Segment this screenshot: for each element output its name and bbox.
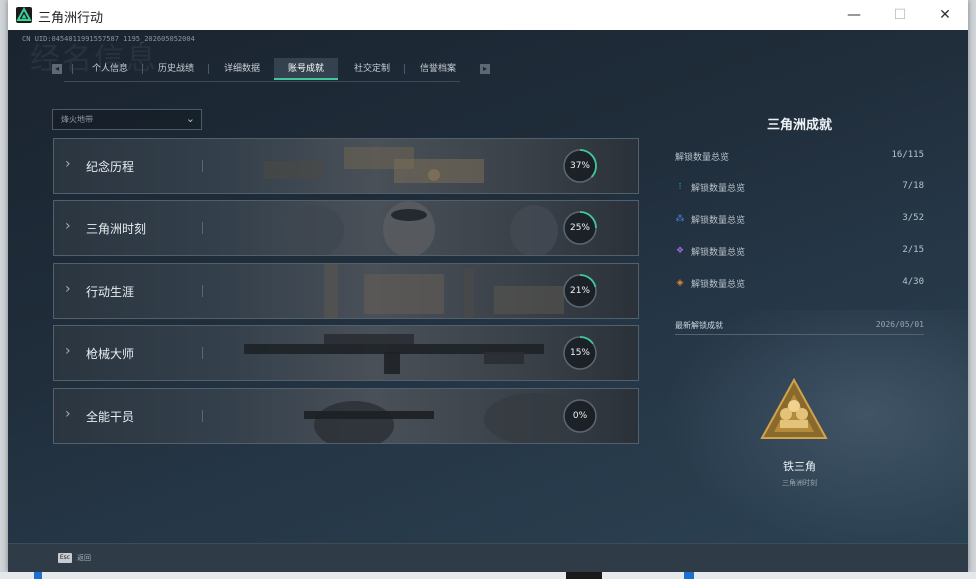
divider xyxy=(202,347,203,359)
filter-value: 烽火地带 xyxy=(61,115,93,124)
chevron-right-icon: › xyxy=(65,218,71,234)
chevron-right-icon: › xyxy=(65,281,71,297)
chevron-right-icon: › xyxy=(65,406,71,422)
player-uid: CN UID:0454011991557587 1195_20260505200… xyxy=(22,35,195,43)
chevron-right-icon: › xyxy=(65,343,71,359)
chevron-down-icon: ⌄ xyxy=(185,112,195,125)
footer-bar: Esc 返回 xyxy=(8,543,968,572)
achievement-card-all-round-operator[interactable]: › 全能干员 0% xyxy=(53,388,639,444)
blue-gem-icon: ⁂ xyxy=(675,214,685,224)
achievement-name: 行动生涯 xyxy=(86,285,135,299)
summary-row-blue: ⁂ 解锁数量总览 3/52 xyxy=(675,213,925,227)
summary-row-green: ⁝ 解锁数量总览 7/18 xyxy=(675,181,924,195)
summary-total-label: 解锁数量总览 xyxy=(675,153,730,163)
achievement-card-career[interactable]: › 行动生涯 21% xyxy=(53,263,639,319)
achievement-name: 全能干员 xyxy=(86,410,135,424)
divider xyxy=(202,410,203,422)
latest-achievement-date: 2026/05/01 xyxy=(875,320,924,329)
green-gem-icon: ⁝ xyxy=(678,182,682,192)
desktop-taskbar-fragment xyxy=(566,572,602,579)
summary-row-value: 3/52 xyxy=(902,213,924,223)
back-label[interactable]: 返回 xyxy=(77,553,91,563)
app-logo-icon xyxy=(16,7,32,23)
app-window: 三角洲行动 — ☐ ✕ 经名信息 CN UID:0454011991557587… xyxy=(8,0,968,572)
esc-key-hint[interactable]: Esc xyxy=(58,553,72,563)
achievement-card-memorial[interactable]: › 纪念历程 37% xyxy=(53,138,639,194)
minimize-button[interactable]: — xyxy=(831,0,877,30)
tab-personal-info[interactable]: 个人信息 xyxy=(78,58,142,80)
mode-filter-dropdown[interactable]: 烽火地带 ⌄ xyxy=(52,109,202,130)
desktop-taskbar-fragment xyxy=(684,572,694,579)
tab-history[interactable]: 历史战绩 xyxy=(144,58,208,80)
achievement-name: 纪念历程 xyxy=(86,160,135,174)
progress-ring: 25% xyxy=(562,210,598,246)
achievement-name: 枪械大师 xyxy=(86,347,135,361)
tab-underline xyxy=(64,81,460,82)
latest-achievement-heading: 最新解锁成就 xyxy=(675,321,723,330)
summary-row-value: 4/30 xyxy=(902,277,924,287)
achievement-card-delta-moments[interactable]: › 三角洲时刻 25% xyxy=(53,200,639,256)
tab-separator xyxy=(208,64,209,74)
progress-ring: 21% xyxy=(562,273,598,309)
progress-ring: 37% xyxy=(562,148,598,184)
tab-social[interactable]: 社交定制 xyxy=(340,58,404,80)
tab-separator xyxy=(142,64,143,74)
progress-percent: 0% xyxy=(572,411,588,421)
tab-next-arrow-icon[interactable]: ▸ xyxy=(480,64,490,74)
summary-total-value: 16/115 xyxy=(891,150,924,160)
close-button[interactable]: ✕ xyxy=(922,0,968,30)
progress-ring: 15% xyxy=(562,335,598,371)
title-bar: 三角洲行动 — ☐ ✕ xyxy=(8,0,968,30)
maximize-button[interactable]: ☐ xyxy=(877,0,923,30)
desktop-taskbar-fragment xyxy=(34,572,42,579)
latest-badge-category: 三角洲时刻 xyxy=(782,479,817,487)
purple-gem-icon: ❖ xyxy=(675,246,685,256)
latest-achievement-header: 最新解锁成就 2026/05/01 xyxy=(675,320,924,335)
summary-row-purple: ❖ 解锁数量总览 2/15 xyxy=(675,245,924,259)
desktop-background xyxy=(0,572,976,579)
tab-achievements[interactable]: 账号成就 xyxy=(274,58,338,80)
tab-prev-arrow-icon[interactable]: ◂ xyxy=(52,64,62,74)
progress-percent: 25% xyxy=(569,223,590,233)
divider xyxy=(202,222,203,234)
achievement-name: 三角洲时刻 xyxy=(86,222,147,236)
summary-row-label: 解锁数量总览 xyxy=(691,216,746,226)
summary-row-label: 解锁数量总览 xyxy=(691,248,746,258)
summary-row-label: 解锁数量总览 xyxy=(691,184,746,194)
tab-separator xyxy=(404,64,405,74)
tab-separator xyxy=(72,64,73,74)
summary-row-orange: ◈ 解锁数量总览 4/30 xyxy=(675,277,924,291)
achievement-card-weapon-master[interactable]: › 枪械大师 15% xyxy=(53,325,639,381)
latest-badge-name: 铁三角 xyxy=(783,460,816,473)
summary-row-label: 解锁数量总览 xyxy=(691,280,746,290)
progress-ring: 0% xyxy=(562,398,598,434)
summary-title: 三角洲成就 xyxy=(766,118,832,133)
progress-percent: 37% xyxy=(569,161,590,171)
divider xyxy=(202,285,203,297)
summary-row-value: 2/15 xyxy=(902,245,924,255)
summary-total-row: 解锁数量总览 16/115 xyxy=(675,150,924,164)
chevron-right-icon: › xyxy=(65,156,71,172)
tab-detailed-data[interactable]: 详细数据 xyxy=(210,58,274,80)
orange-gem-icon: ◈ xyxy=(676,278,684,288)
main-content: 经名信息 CN UID:0454011991557587 1195_202605… xyxy=(8,30,968,572)
progress-percent: 15% xyxy=(569,348,590,358)
summary-row-value: 7/18 xyxy=(902,181,924,191)
achievement-badge-icon[interactable] xyxy=(758,376,830,448)
divider xyxy=(202,160,203,172)
tab-reputation[interactable]: 信誉档案 xyxy=(406,58,470,80)
window-title: 三角洲行动 xyxy=(38,11,104,26)
progress-percent: 21% xyxy=(569,286,590,296)
